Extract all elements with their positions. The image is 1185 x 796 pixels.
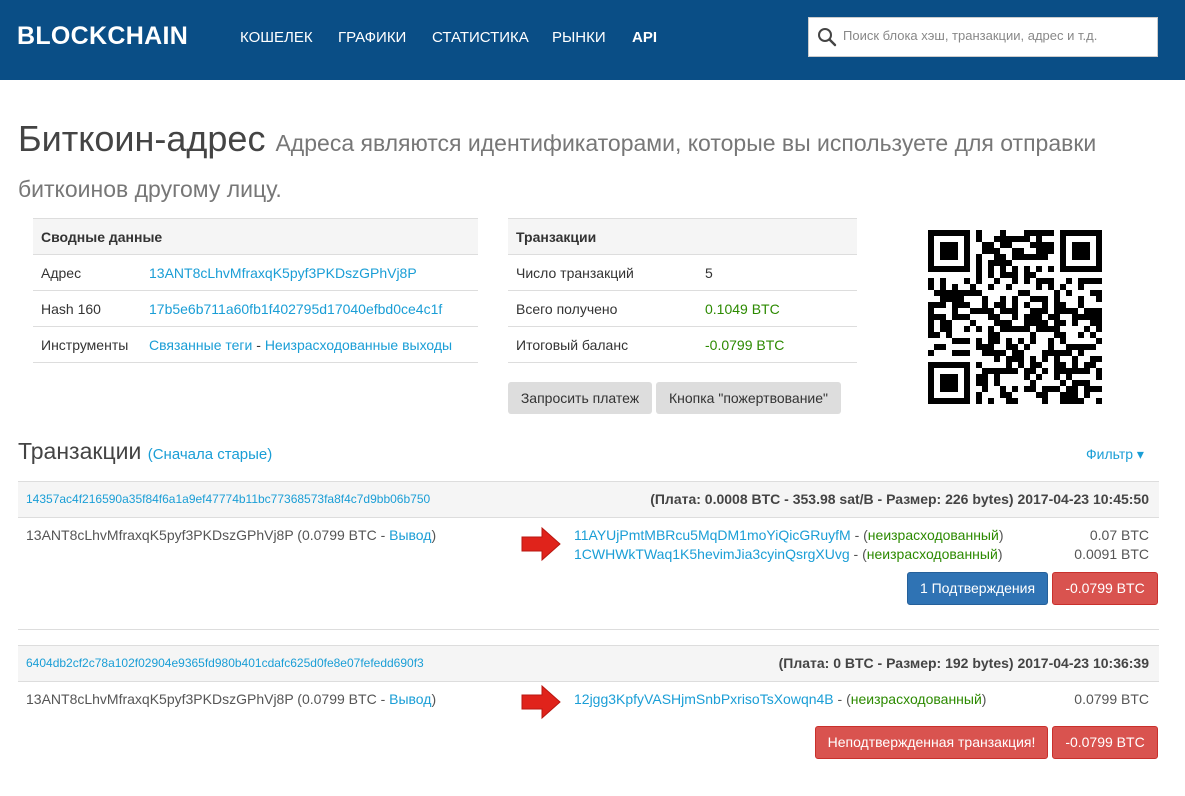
tx-output-row: 1CWHWkTWaq1K5hevimJia3cyinQsrgXUvg - (не…: [18, 546, 1159, 566]
tx-amount-button[interactable]: -0.0799 BTC: [1052, 572, 1158, 605]
tx-output-address[interactable]: 12jgg3KpfyVASHjmSnbPxrisoTsXowqn4B: [574, 691, 834, 707]
hash-value-link[interactable]: 17b5e6b711a60fb1f402795d17040efbd0ce4c1f: [149, 291, 442, 327]
logo[interactable]: BLOCKCHAIN: [17, 22, 188, 51]
balance-label: Итоговый баланс: [516, 337, 629, 353]
tx-output-status: неизрасходованный: [867, 527, 999, 543]
transactions-table: Транзакции Число транзакций 5 Всего полу…: [508, 218, 857, 363]
summary-row-tools: Инструменты Связанные теги - Неизрасходо…: [33, 327, 478, 363]
tx-hash-link[interactable]: 6404db2cf2c78a102f02904e9365fd980b401cda…: [26, 656, 424, 670]
page-title-main: Биткоин-адрес: [18, 118, 266, 159]
tx-section-heading: Транзакции: [18, 438, 142, 464]
nav-stats[interactable]: СТАТИСТИКА: [432, 29, 529, 46]
nav-wallet[interactable]: КОШЕЛЕК: [240, 29, 313, 46]
tx-count-value: 5: [705, 265, 713, 281]
tx-output-address[interactable]: 11AYUjPmtMBRcu5MqDM1moYiQicGRuyfM: [574, 527, 851, 543]
tx-output: 11AYUjPmtMBRcu5MqDM1moYiQicGRuyfM - (неи…: [574, 527, 1004, 543]
summary-row-hash: Hash 160 17b5e6b711a60fb1f402795d17040ef…: [33, 291, 478, 327]
tx-output-amount: 0.0799 BTC: [1074, 691, 1149, 707]
search-input[interactable]: [843, 28, 1143, 43]
request-payment-button[interactable]: Запросить платеж: [508, 382, 652, 414]
tx-count-label: Число транзакций: [516, 265, 634, 281]
balance-row: Итоговый баланс -0.0799 BTC: [508, 327, 857, 363]
search-icon: [818, 28, 837, 47]
filter-dropdown[interactable]: Фильтр ▾: [1086, 446, 1144, 463]
tx-output-address[interactable]: 1CWHWkTWaq1K5hevimJia3cyinQsrgXUvg: [574, 546, 850, 562]
nav-markets[interactable]: РЫНКИ: [552, 29, 606, 46]
tools-links: Связанные теги - Неизрасходованные выход…: [149, 327, 452, 363]
tx-amount-button[interactable]: -0.0799 BTC: [1052, 726, 1158, 759]
tx-header: 14357ac4f216590a35f84f6a1a9ef47774b11bc7…: [18, 481, 1159, 518]
tx-output-row: 11AYUjPmtMBRcu5MqDM1moYiQicGRuyfM - (неи…: [18, 527, 1159, 547]
received-label: Всего получено: [516, 301, 618, 317]
tx-meta: (Плата: 0 BTC - Размер: 192 bytes) 2017-…: [778, 655, 1149, 671]
tools-separator: -: [252, 337, 265, 353]
hash-label: Hash 160: [41, 301, 101, 317]
tx-output-amount: 0.07 BTC: [1089, 527, 1149, 543]
qr-code-image[interactable]: [928, 230, 1102, 404]
divider: [18, 629, 1159, 630]
confirmations-button[interactable]: 1 Подтверждения: [907, 572, 1048, 605]
tx-output-status: неизрасходованный: [866, 546, 998, 562]
received-value: 0.1049 BTC: [705, 301, 780, 317]
tx-output-close: ): [998, 527, 1004, 543]
tx-output: 12jgg3KpfyVASHjmSnbPxrisoTsXowqn4B - (не…: [574, 691, 986, 707]
tx-output-sep: - (: [849, 546, 867, 562]
tx-output-row: 12jgg3KpfyVASHjmSnbPxrisoTsXowqn4B - (не…: [18, 691, 1159, 711]
summary-table: Сводные данные Адрес 13ANT8cLhvMfraxqK5p…: [33, 218, 478, 363]
nav-charts[interactable]: ГРАФИКИ: [338, 29, 406, 46]
tx-output-sep: - (: [850, 527, 868, 543]
balance-value: -0.0799 BTC: [705, 337, 785, 353]
transactions-header: Транзакции: [508, 219, 857, 255]
tx-output-amount: 0.0091 BTC: [1074, 546, 1149, 562]
summary-header: Сводные данные: [33, 219, 478, 255]
transactions-heading: Транзакции: [516, 229, 597, 245]
tx-output: 1CWHWkTWaq1K5hevimJia3cyinQsrgXUvg - (не…: [574, 546, 1002, 562]
page-title: Биткоин-адрес Адреса являются идентифика…: [18, 118, 1138, 210]
tx-count-row: Число транзакций 5: [508, 255, 857, 291]
tx-output-close: ): [981, 691, 987, 707]
received-row: Всего получено 0.1049 BTC: [508, 291, 857, 327]
tx-output-close: ): [997, 546, 1003, 562]
sort-oldest-link[interactable]: (Сначала старые): [148, 446, 273, 463]
tx-meta: (Плата: 0.0008 BTC - 353.98 sat/B - Разм…: [650, 491, 1149, 507]
related-tags-link[interactable]: Связанные теги: [149, 337, 252, 353]
tx-output-status: неизрасходованный: [850, 691, 982, 707]
tx-hash-link[interactable]: 14357ac4f216590a35f84f6a1a9ef47774b11bc7…: [26, 492, 430, 506]
unconfirmed-tx-button[interactable]: Неподтвержденная транзакция!: [815, 726, 1048, 759]
tx-output-sep: - (: [833, 691, 851, 707]
unspent-outputs-link[interactable]: Неизрасходованные выходы: [265, 337, 452, 353]
summary-row-address: Адрес 13ANT8cLhvMfraxqK5pyf3PKDszGPhVj8P: [33, 255, 478, 291]
search-box[interactable]: [808, 17, 1158, 57]
donation-button[interactable]: Кнопка "пожертвование": [656, 382, 841, 414]
address-value-link[interactable]: 13ANT8cLhvMfraxqK5pyf3PKDszGPhVj8P: [149, 255, 417, 291]
nav-api[interactable]: API: [632, 29, 657, 46]
address-label: Адрес: [41, 265, 82, 281]
top-navbar: BLOCKCHAIN КОШЕЛЕК ГРАФИКИ СТАТИСТИКА РЫ…: [0, 0, 1185, 80]
tx-section-title: Транзакции (Сначала старые): [18, 438, 272, 465]
tx-header: 6404db2cf2c78a102f02904e9365fd980b401cda…: [18, 645, 1159, 682]
tools-label: Инструменты: [41, 337, 129, 353]
summary-heading: Сводные данные: [41, 229, 163, 245]
